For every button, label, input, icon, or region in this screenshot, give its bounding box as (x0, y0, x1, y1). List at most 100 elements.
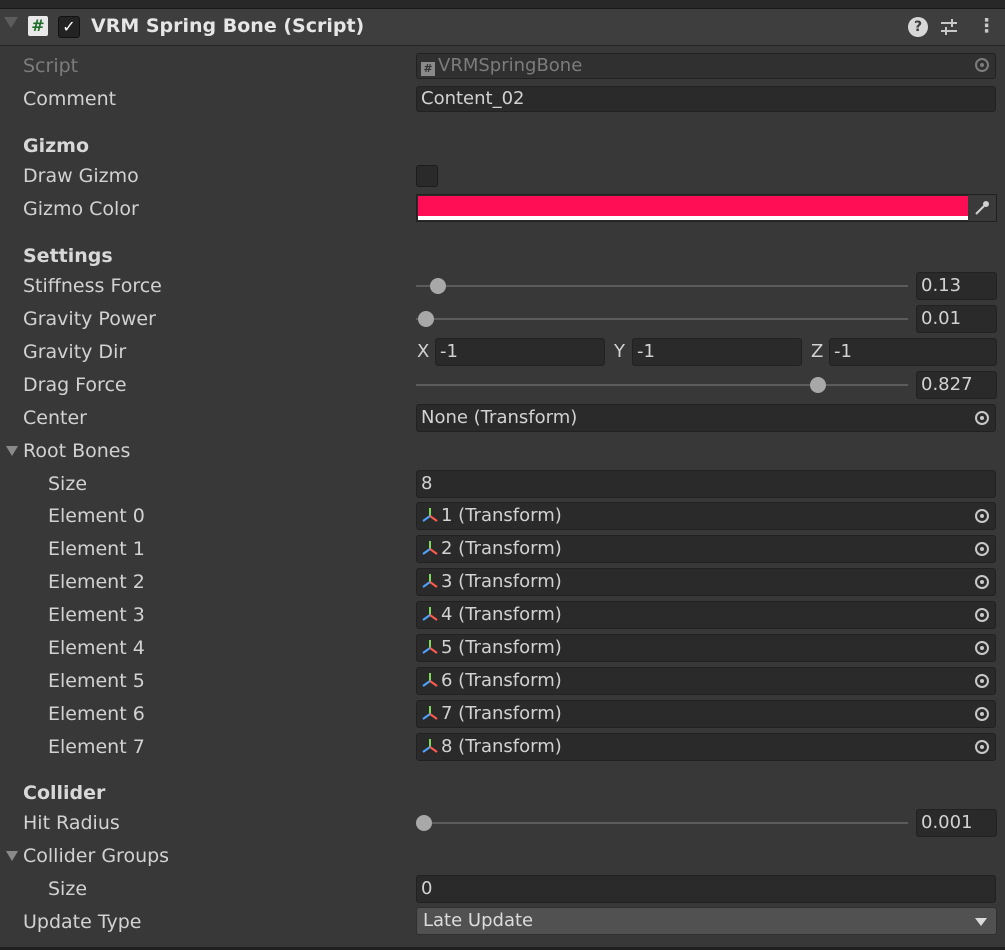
root-bones-size-input[interactable]: 8 (416, 470, 996, 498)
transform-icon (421, 506, 439, 524)
hit-radius-slider-track[interactable] (416, 822, 908, 824)
inspector-top-border (0, 0, 1005, 9)
dropdown-arrow-icon (975, 918, 987, 926)
drag-force-slider-track[interactable] (416, 384, 908, 386)
center-object-field[interactable]: None (Transform) (416, 404, 996, 432)
root-bone-element-label: Element 6 (48, 703, 145, 725)
stiffness-force-label: Stiffness Force (23, 275, 162, 297)
root-bone-element-label: Element 3 (48, 604, 145, 626)
preset-icon[interactable] (938, 16, 960, 38)
help-icon[interactable]: ? (908, 17, 928, 37)
root-bones-size-label: Size (48, 473, 88, 495)
stiffness-force-slider-thumb[interactable] (430, 278, 446, 294)
collider-groups-size-input[interactable]: 0 (416, 875, 996, 903)
transform-icon (421, 605, 439, 623)
object-picker-icon (975, 58, 989, 72)
object-picker-icon[interactable] (975, 740, 989, 754)
gravity-power-label: Gravity Power (23, 308, 156, 330)
root-bone-element-field[interactable]: 4 (Transform) (416, 601, 996, 629)
root-bone-element-label: Element 7 (48, 736, 145, 758)
root-bone-element-value: 3 (Transform) (441, 571, 562, 592)
hit-radius-input[interactable]: 0.001 (916, 809, 997, 837)
object-picker-icon[interactable] (975, 509, 989, 523)
eyedropper-icon[interactable] (968, 195, 996, 221)
gizmo-color-label: Gizmo Color (23, 198, 139, 220)
collider-groups-size-label: Size (48, 878, 88, 900)
root-bone-element-label: Element 0 (48, 505, 145, 527)
hit-radius-slider-thumb[interactable] (416, 815, 432, 831)
update-type-dropdown[interactable]: Late Update (416, 907, 997, 935)
comment-input[interactable]: Content_02 (416, 86, 996, 112)
root-bone-element-label: Element 5 (48, 670, 145, 692)
gizmo-color-field[interactable] (416, 194, 997, 222)
transform-icon (421, 704, 439, 722)
drag-force-input[interactable]: 0.827 (916, 371, 997, 399)
stiffness-force-input[interactable]: 0.13 (916, 272, 997, 300)
root-bone-element-field[interactable]: 1 (Transform) (416, 502, 996, 530)
collider-section-header: Collider (23, 782, 106, 804)
draw-gizmo-label: Draw Gizmo (23, 165, 139, 187)
transform-icon (421, 671, 439, 689)
settings-section-header: Settings (23, 245, 113, 267)
root-bone-element-value: 4 (Transform) (441, 604, 562, 625)
script-value: VRMSpringBone (438, 55, 583, 76)
root-bone-element-field[interactable]: 3 (Transform) (416, 568, 996, 596)
context-menu-icon[interactable]: ⋮ (977, 15, 996, 37)
comment-label: Comment (23, 88, 117, 110)
object-picker-icon[interactable] (975, 575, 989, 589)
root-bone-element-value: 6 (Transform) (441, 670, 562, 691)
gravity-power-slider-thumb[interactable] (418, 311, 434, 327)
gravity-dir-x-input[interactable]: -1 (435, 338, 605, 366)
collider-groups-label[interactable]: Collider Groups (23, 845, 169, 867)
drag-force-slider-thumb[interactable] (810, 377, 826, 393)
object-picker-icon[interactable] (975, 674, 989, 688)
root-bone-element-field[interactable]: 8 (Transform) (416, 733, 996, 761)
update-type-label: Update Type (23, 911, 142, 933)
object-picker-icon[interactable] (975, 707, 989, 721)
drag-force-label: Drag Force (23, 374, 127, 396)
root-bone-element-value: 7 (Transform) (441, 703, 562, 724)
root-bones-foldout-arrow-icon[interactable] (6, 446, 18, 456)
root-bone-element-field[interactable]: 7 (Transform) (416, 700, 996, 728)
component-header[interactable]: # ✓ VRM Spring Bone (Script) ? ⋮ (0, 9, 1005, 46)
script-label: Script (23, 55, 79, 77)
root-bone-element-label: Element 2 (48, 571, 145, 593)
gizmo-color-swatch[interactable] (418, 196, 969, 216)
center-label: Center (23, 407, 87, 429)
transform-icon (421, 737, 439, 755)
root-bone-element-label: Element 1 (48, 538, 145, 560)
root-bone-element-field[interactable]: 6 (Transform) (416, 667, 996, 695)
stiffness-force-slider-track[interactable] (416, 285, 908, 287)
gravity-dir-z-label: Z (811, 341, 824, 362)
gravity-power-input[interactable]: 0.01 (916, 305, 997, 333)
draw-gizmo-checkbox[interactable] (416, 165, 438, 187)
component-enabled-checkbox[interactable]: ✓ (58, 16, 80, 38)
object-picker-icon[interactable] (975, 641, 989, 655)
gravity-dir-z-input[interactable]: -1 (829, 338, 997, 366)
root-bone-element-label: Element 4 (48, 637, 145, 659)
component-foldout-arrow-icon[interactable] (4, 17, 18, 28)
gravity-power-slider-track[interactable] (416, 318, 908, 320)
gravity-dir-label: Gravity Dir (23, 341, 127, 363)
object-picker-icon[interactable] (975, 542, 989, 556)
root-bone-element-value: 5 (Transform) (441, 637, 562, 658)
gizmo-section-header: Gizmo (23, 135, 90, 157)
gravity-dir-y-input[interactable]: -1 (632, 338, 802, 366)
root-bone-element-value: 1 (Transform) (441, 505, 562, 526)
script-field: # VRMSpringBone (416, 53, 996, 79)
root-bone-element-field[interactable]: 2 (Transform) (416, 535, 996, 563)
transform-icon (421, 539, 439, 557)
update-type-value: Late Update (423, 910, 534, 931)
gravity-dir-y-label: Y (614, 341, 625, 362)
hit-radius-label: Hit Radius (23, 812, 120, 834)
component-title: VRM Spring Bone (Script) (91, 15, 365, 37)
root-bones-label[interactable]: Root Bones (23, 440, 130, 462)
root-bone-element-value: 2 (Transform) (441, 538, 562, 559)
collider-groups-foldout-arrow-icon[interactable] (6, 851, 18, 861)
object-picker-icon[interactable] (975, 608, 989, 622)
object-picker-icon[interactable] (975, 411, 989, 425)
script-file-icon: # (421, 62, 435, 76)
gravity-dir-x-label: X (417, 341, 430, 362)
root-bone-element-field[interactable]: 5 (Transform) (416, 634, 996, 662)
script-icon: # (28, 16, 48, 36)
